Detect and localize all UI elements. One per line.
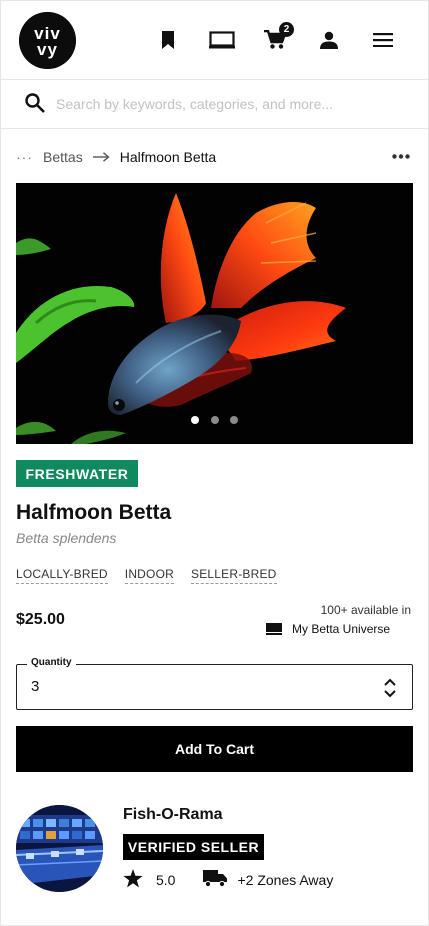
product-tags: LOCALLY-BRED INDOOR SELLER-BRED bbox=[16, 567, 294, 584]
seller-store-photo bbox=[16, 805, 103, 892]
quantity-label: Quantity bbox=[27, 657, 76, 668]
add-to-cart-button[interactable]: Add To Cart bbox=[16, 726, 413, 772]
logo-mark: viv vy bbox=[19, 12, 76, 69]
tablet-icon[interactable] bbox=[207, 26, 237, 54]
seller-distance: +2 Zones Away bbox=[237, 872, 334, 888]
user-icon[interactable] bbox=[314, 26, 344, 54]
search-icon bbox=[25, 93, 45, 118]
availability-text: 100+ available in bbox=[320, 603, 411, 617]
seller-avatar[interactable] bbox=[16, 805, 103, 892]
quantity-value[interactable]: 3 bbox=[31, 678, 39, 695]
product-image[interactable] bbox=[16, 183, 413, 444]
gallery-dot-3[interactable] bbox=[230, 416, 238, 424]
breadcrumb-arrow-icon bbox=[92, 149, 110, 165]
breadcrumb-current: Halfmoon Betta bbox=[119, 149, 217, 165]
gallery-dot-2[interactable] bbox=[211, 416, 219, 424]
menu-icon[interactable] bbox=[368, 26, 398, 54]
verified-seller-badge: VERIFIED SELLER bbox=[123, 834, 264, 860]
breadcrumb-parent-link[interactable]: Bettas bbox=[43, 149, 83, 165]
tag-seller-bred[interactable]: SELLER-BRED bbox=[190, 567, 277, 584]
betta-fish-photo bbox=[16, 183, 413, 444]
product-title: Halfmoon Betta bbox=[16, 501, 172, 524]
gallery-dot-1[interactable] bbox=[191, 416, 199, 424]
store-tablet-icon bbox=[266, 623, 282, 635]
truck-icon bbox=[203, 870, 228, 890]
product-price: $25.00 bbox=[16, 611, 65, 628]
more-options-icon[interactable] bbox=[390, 148, 412, 164]
vivvy-logo[interactable]: viv vy bbox=[19, 12, 76, 69]
store-name: My Betta Universe bbox=[292, 622, 391, 636]
svg-text:vy: vy bbox=[37, 40, 58, 59]
bookmark-icon[interactable] bbox=[153, 26, 183, 54]
scientific-name: Betta splendens bbox=[16, 530, 117, 546]
quantity-field[interactable] bbox=[16, 664, 413, 710]
seller-rating: 5.0 bbox=[156, 872, 176, 888]
cart-count-badge: 2 bbox=[279, 22, 294, 37]
breadcrumb-ellipsis[interactable]: ··· bbox=[16, 149, 33, 165]
breadcrumb: ··· Bettas Halfmoon Betta bbox=[16, 147, 216, 167]
store-link[interactable]: My Betta Universe bbox=[266, 622, 390, 636]
tag-locally-bred[interactable]: LOCALLY-BRED bbox=[16, 567, 108, 584]
star-icon bbox=[123, 869, 143, 891]
tag-indoor[interactable]: INDOOR bbox=[124, 567, 174, 584]
freshwater-badge: FRESHWATER bbox=[16, 460, 138, 487]
seller-stats: 5.0 +2 Zones Away bbox=[123, 869, 333, 891]
seller-name[interactable]: Fish-O-Rama bbox=[123, 806, 223, 824]
search-input[interactable] bbox=[56, 91, 406, 117]
quantity-stepper-icon[interactable] bbox=[382, 677, 398, 699]
